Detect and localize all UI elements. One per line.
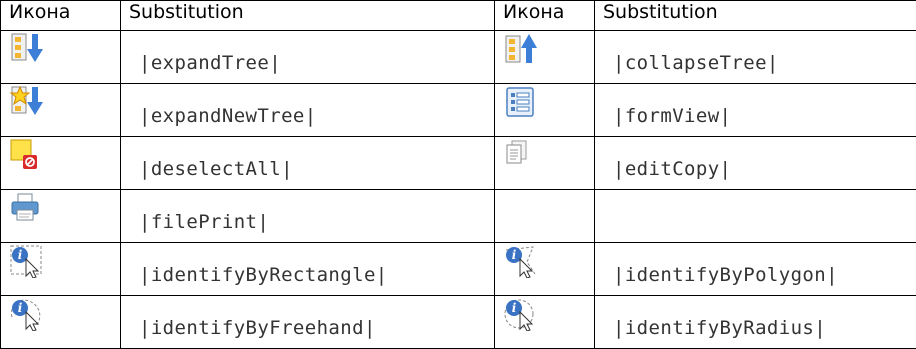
svg-text:i: i — [18, 301, 23, 315]
icon-cell — [1, 137, 121, 190]
table-row: |expandNewTree| |formView| — [1, 84, 916, 137]
svg-text:i: i — [18, 248, 23, 262]
substitution-cell: |identifyByFreehand| — [121, 296, 495, 349]
substitution-cell: |expandTree| — [121, 31, 495, 84]
file-print-icon — [9, 191, 47, 225]
svg-text:i: i — [512, 248, 517, 262]
substitution-cell: |formView| — [595, 84, 916, 137]
substitution-cell: |identifyByPolygon| — [595, 243, 916, 296]
substitution-cell: |filePrint| — [121, 190, 495, 243]
substitution-cell: |deselectAll| — [121, 137, 495, 190]
substitution-cell — [595, 190, 916, 243]
table-row: |deselectAll| |editCopy| — [1, 137, 916, 190]
header-substitution: Substitution — [595, 1, 916, 31]
header-substitution: Substitution — [121, 1, 495, 31]
header-icon: Икона — [495, 1, 595, 31]
icon-cell — [1, 190, 121, 243]
identify-by-polygon-icon: i — [503, 244, 541, 278]
substitution-cell: |collapseTree| — [595, 31, 916, 84]
form-view-icon — [503, 85, 541, 119]
icon-cell — [1, 31, 121, 84]
substitution-cell: |identifyByRadius| — [595, 296, 916, 349]
identify-by-rectangle-icon: i — [9, 244, 47, 278]
table-header-row: Икона Substitution Икона Substitution — [1, 1, 916, 31]
table-row: |filePrint| — [1, 190, 916, 243]
icon-cell — [495, 190, 595, 243]
substitution-cell: |editCopy| — [595, 137, 916, 190]
identify-by-radius-icon: i — [503, 297, 541, 331]
substitution-table: Икона Substitution Икона Substitution |e… — [0, 0, 916, 349]
icon-cell: i — [1, 296, 121, 349]
icon-cell — [495, 137, 595, 190]
icon-cell: i — [495, 296, 595, 349]
table-row: i |identifyByRectangle| i |identifyByPol… — [1, 243, 916, 296]
icon-cell: i — [1, 243, 121, 296]
expand-new-tree-icon — [9, 85, 47, 119]
icon-cell — [495, 84, 595, 137]
table-row: i |identifyByFreehand| i |identifyByRadi… — [1, 296, 916, 349]
deselect-all-icon — [9, 138, 47, 172]
substitution-cell: |expandNewTree| — [121, 84, 495, 137]
collapse-tree-icon — [503, 32, 541, 66]
edit-copy-icon — [503, 138, 541, 172]
icon-cell: i — [495, 243, 595, 296]
identify-by-freehand-icon: i — [9, 297, 47, 331]
icon-cell — [1, 84, 121, 137]
substitution-cell: |identifyByRectangle| — [121, 243, 495, 296]
svg-text:i: i — [512, 301, 517, 315]
expand-tree-icon — [9, 32, 47, 66]
header-icon: Икона — [1, 1, 121, 31]
table-row: |expandTree| |collapseTree| — [1, 31, 916, 84]
icon-cell — [495, 31, 595, 84]
